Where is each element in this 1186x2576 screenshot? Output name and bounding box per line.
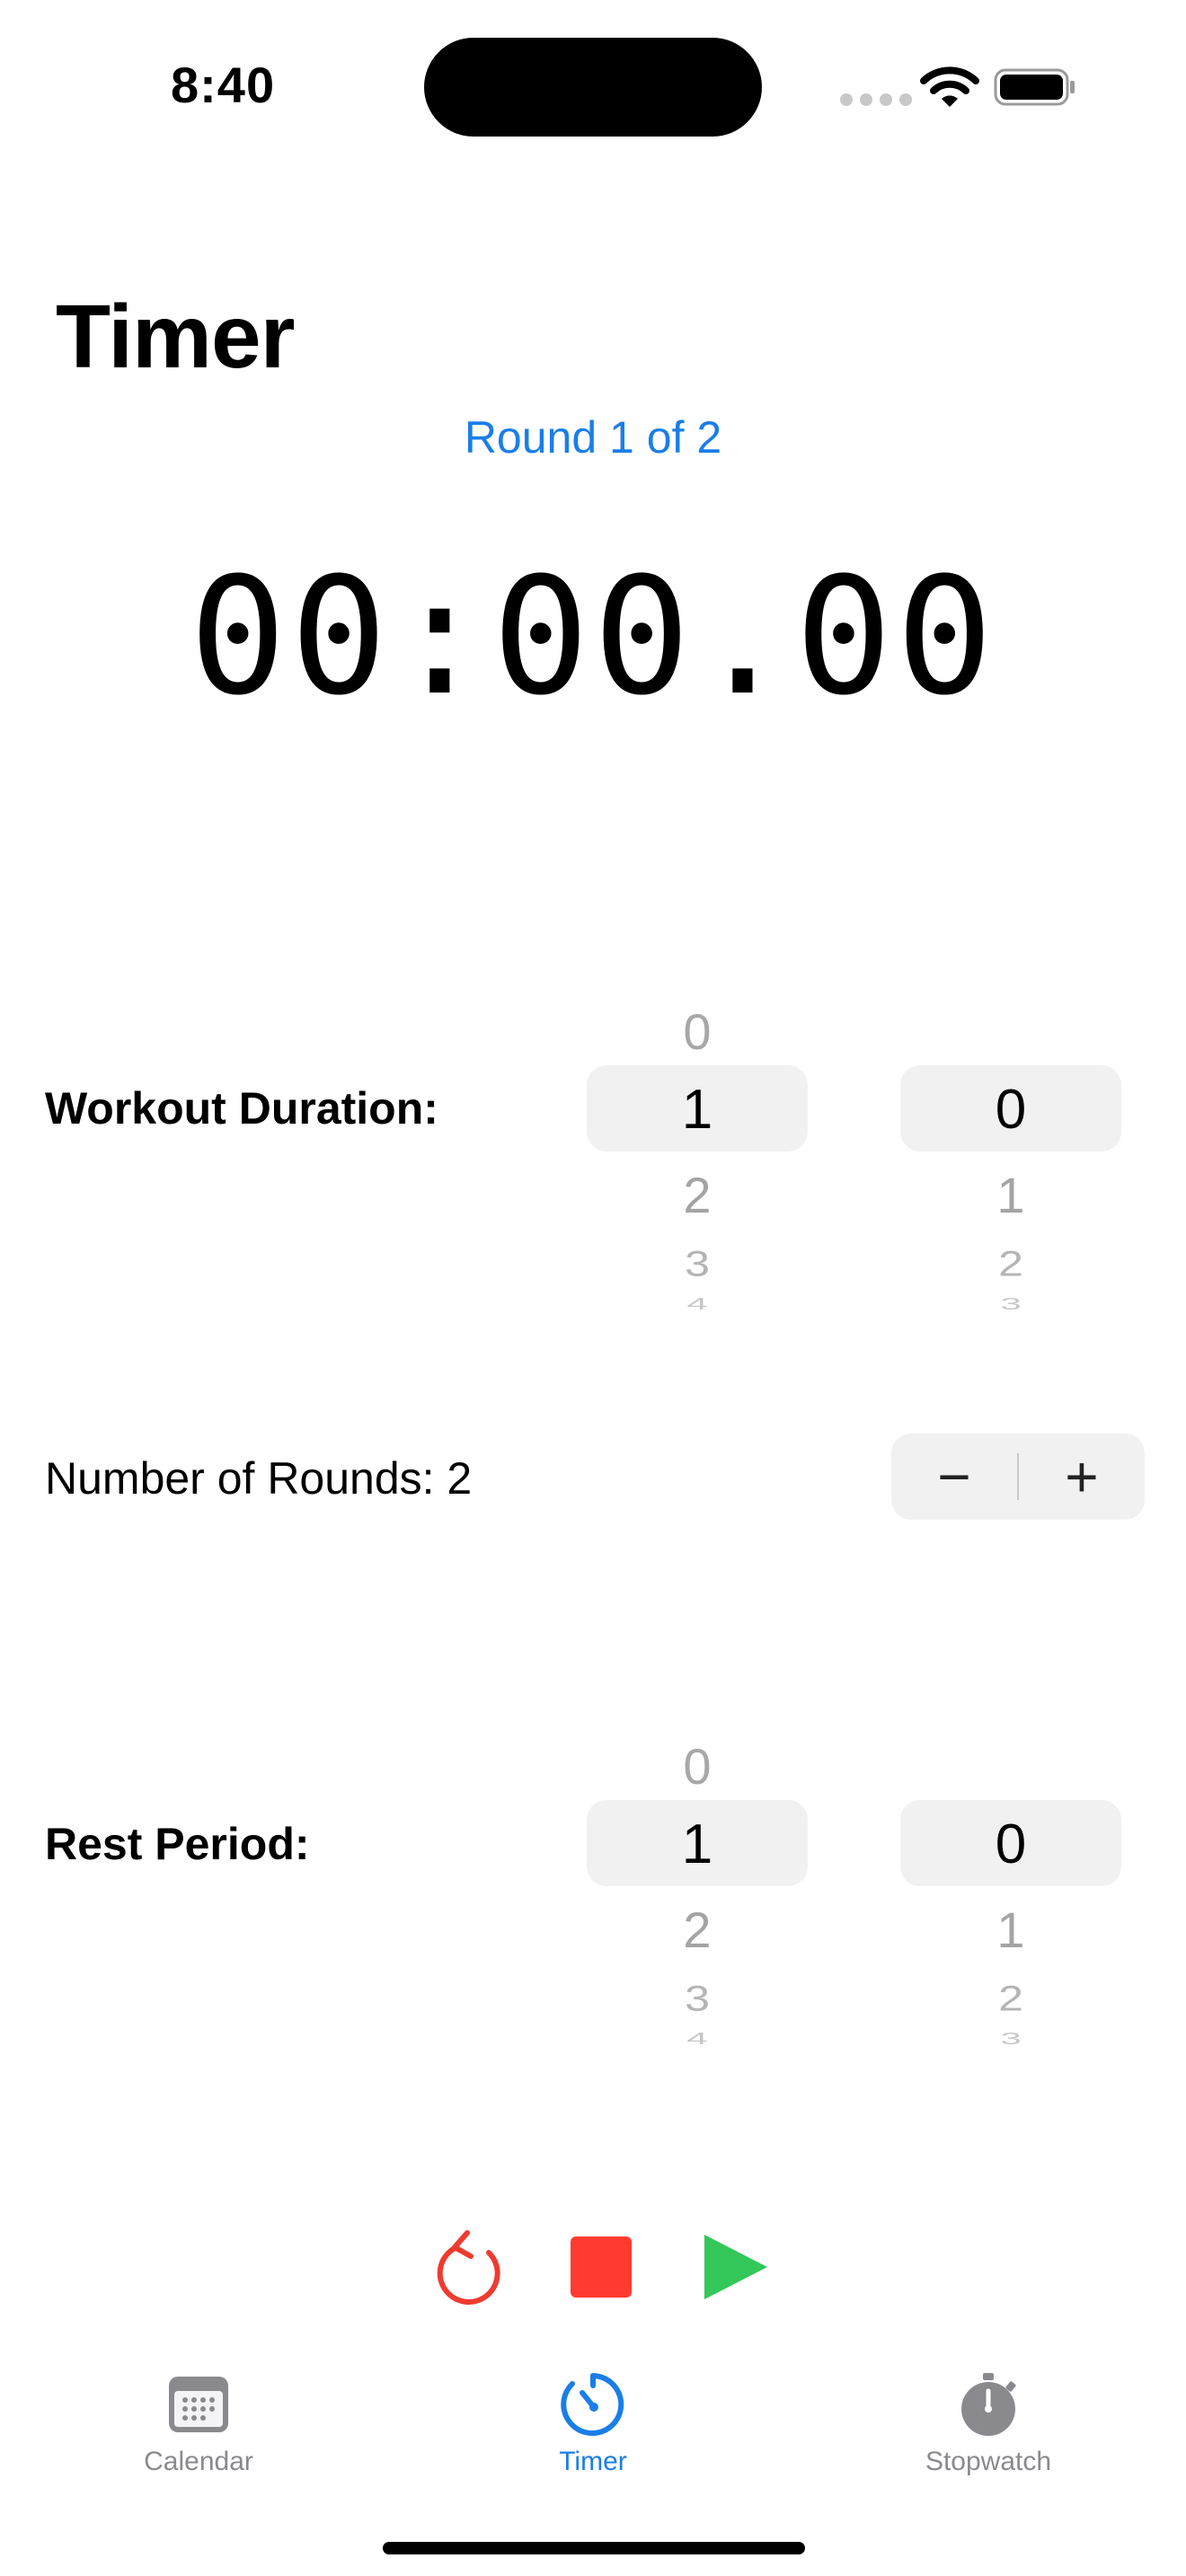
rest-period-label: Rest Period: (45, 1819, 310, 1869)
tab-calendar[interactable]: Calendar (91, 2371, 306, 2477)
picker-option[interactable]: 1 (900, 1166, 1121, 1224)
tab-timer[interactable]: Timer (485, 2371, 701, 2477)
reset-button[interactable] (426, 2226, 509, 2308)
picker-option[interactable]: 1 (900, 1901, 1121, 1959)
status-time: 8:40 (171, 57, 276, 113)
battery-icon (994, 68, 1075, 106)
stopwatch-icon (961, 2373, 1016, 2436)
picker-option[interactable]: 4 (587, 2029, 808, 2045)
cellular-signal-icon (840, 93, 912, 106)
picker-option[interactable]: 2 (587, 1166, 808, 1224)
picker-option[interactable]: 0 (587, 1002, 808, 1061)
picker-option[interactable]: 4 (587, 1294, 808, 1310)
picker-selected-value[interactable]: 1 (587, 1078, 808, 1142)
workout-minutes-picker[interactable]: 0 1 2 3 4 (587, 983, 808, 1310)
picker-option[interactable]: 3 (900, 1294, 1121, 1310)
picker-option[interactable]: 3 (900, 2029, 1121, 2045)
workout-seconds-picker[interactable]: 0 1 2 3 (900, 983, 1121, 1310)
picker-option[interactable]: 2 (587, 1901, 808, 1959)
increment-button[interactable]: + (1019, 1434, 1145, 1520)
picker-option[interactable]: 3 (587, 1978, 808, 2019)
play-button[interactable] (692, 2226, 774, 2308)
rounds-label: Number of Rounds: 2 (45, 1453, 473, 1504)
picker-option[interactable]: 3 (587, 1243, 808, 1284)
picker-selected-value[interactable]: 0 (900, 1813, 1121, 1876)
tab-label: Stopwatch (925, 2447, 1052, 2476)
rest-minutes-picker[interactable]: 0 1 2 3 4 (587, 1717, 808, 2045)
picker-option[interactable]: 2 (900, 1243, 1121, 1284)
rounds-stepper[interactable]: − + (891, 1434, 1145, 1520)
tab-label: Timer (559, 2447, 627, 2476)
home-indicator (383, 2542, 805, 2554)
rest-seconds-picker[interactable]: 0 1 2 3 (900, 1717, 1121, 2045)
picker-option[interactable]: 2 (900, 1978, 1121, 2019)
dynamic-island (424, 38, 762, 137)
round-indicator: Round 1 of 2 (464, 412, 722, 463)
timer-display: 00:00.00 (189, 543, 997, 731)
picker-selected-value[interactable]: 1 (587, 1813, 808, 1876)
workout-duration-label: Workout Duration: (45, 1083, 438, 1134)
picker-selected-value[interactable]: 0 (900, 1078, 1121, 1142)
picker-option[interactable]: 0 (587, 1737, 808, 1795)
timer-icon (561, 2373, 624, 2436)
wifi-icon (920, 66, 979, 107)
tab-label: Calendar (144, 2447, 253, 2476)
calendar-icon (169, 2377, 228, 2432)
tab-stopwatch[interactable]: Stopwatch (881, 2371, 1096, 2477)
page-title: Timer (56, 287, 296, 387)
decrement-button[interactable]: − (891, 1434, 1017, 1520)
stop-button[interactable] (560, 2226, 642, 2308)
